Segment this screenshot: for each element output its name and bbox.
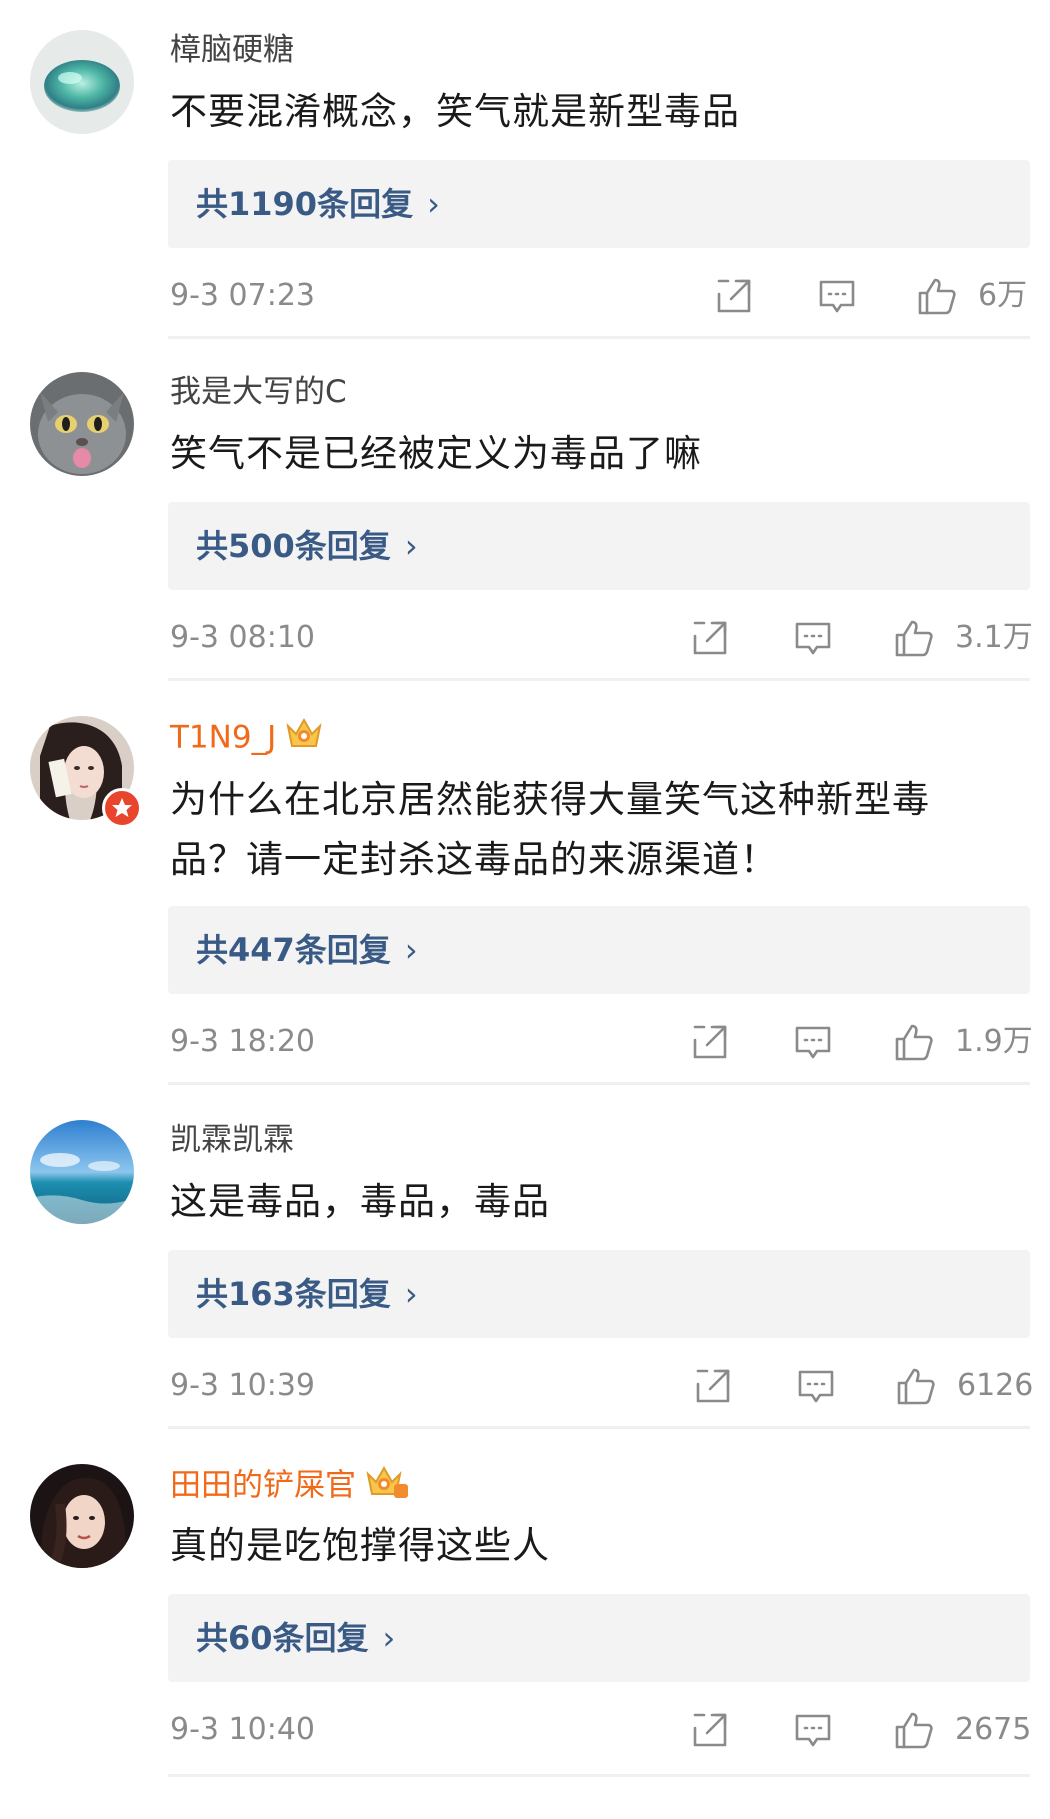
username[interactable]: 田田的铲屎官 (170, 1464, 408, 1510)
username[interactable]: 樟脑硬糖 (170, 30, 294, 70)
comment-icon[interactable] (817, 276, 857, 316)
username[interactable]: 我是大写的C (170, 372, 347, 412)
share-icon[interactable] (690, 618, 730, 658)
chevron-right-icon: › (404, 1275, 418, 1313)
comment-icon[interactable] (793, 1022, 833, 1062)
comment-icon[interactable] (796, 1366, 836, 1406)
reply-summary-button[interactable]: 共60条回复 › (168, 1594, 1030, 1682)
like-count: 2675 (955, 1712, 1032, 1747)
thumbs-up-icon[interactable] (896, 1366, 936, 1406)
reply-summary-button[interactable]: 共1190条回复 › (168, 160, 1030, 248)
vip-crown-icon (364, 1464, 408, 1510)
comment-text: 真的是吃饱撑得这些人 (170, 1524, 550, 1567)
avatar[interactable] (30, 1464, 134, 1568)
reply-count: 共163条回复 (196, 1275, 391, 1313)
comment-icon[interactable] (793, 618, 833, 658)
thumbs-up-icon[interactable] (894, 1710, 934, 1750)
divider (168, 1774, 1030, 1777)
reply-summary-button[interactable]: 共163条回复 › (168, 1250, 1030, 1338)
chevron-right-icon: › (427, 185, 440, 223)
chevron-right-icon: › (382, 1619, 396, 1657)
timestamp: 9-3 08:10 (170, 620, 315, 655)
reply-count: 共447条回复 (196, 931, 391, 969)
timestamp: 9-3 10:39 (170, 1368, 315, 1403)
avatar[interactable] (30, 372, 134, 476)
thumbs-up-icon[interactable] (917, 276, 957, 316)
avatar[interactable] (30, 1120, 134, 1224)
verified-badge-icon (102, 788, 142, 828)
username[interactable]: T1N9_J (170, 716, 324, 762)
avatar[interactable] (30, 30, 134, 134)
share-icon[interactable] (690, 1022, 730, 1062)
chevron-right-icon: › (404, 527, 418, 565)
chevron-right-icon: › (404, 931, 418, 969)
comment-text: 这是毒品，毒品，毒品 (170, 1180, 550, 1223)
divider (168, 336, 1030, 339)
reply-count: 共60条回复 (196, 1619, 369, 1657)
divider (168, 678, 1030, 681)
username[interactable]: 凯霖凯霖 (170, 1120, 294, 1160)
like-count: 6126 (957, 1368, 1034, 1403)
timestamp: 9-3 18:20 (170, 1024, 315, 1059)
username-text: T1N9_J (170, 719, 277, 756)
timestamp: 9-3 07:23 (170, 278, 315, 313)
like-count: 6万 (978, 278, 1028, 313)
comment-text: 为什么在北京居然能获得大量笑气这种新型毒品？请一定封杀这毒品的来源渠道！ (170, 778, 930, 881)
vip-crown-icon (284, 716, 324, 762)
share-icon[interactable] (690, 1710, 730, 1750)
username-text: 田田的铲屎官 (170, 1467, 356, 1504)
comment-text: 笑气不是已经被定义为毒品了嘛 (170, 432, 702, 475)
divider (168, 1082, 1030, 1085)
timestamp: 9-3 10:40 (170, 1712, 315, 1747)
thumbs-up-icon[interactable] (894, 1022, 934, 1062)
thumbs-up-icon[interactable] (894, 618, 934, 658)
divider (168, 1426, 1030, 1429)
share-icon[interactable] (714, 276, 754, 316)
reply-count: 共500条回复 (196, 527, 391, 565)
like-count: 1.9万 (955, 1024, 1033, 1059)
share-icon[interactable] (693, 1366, 733, 1406)
like-count: 3.1万 (955, 620, 1033, 655)
reply-summary-button[interactable]: 共447条回复 › (168, 906, 1030, 994)
comment-icon[interactable] (793, 1710, 833, 1750)
reply-count: 共1190条回复 (196, 185, 414, 223)
reply-summary-button[interactable]: 共500条回复 › (168, 502, 1030, 590)
comment-text: 不要混淆概念，笑气就是新型毒品 (170, 90, 740, 133)
